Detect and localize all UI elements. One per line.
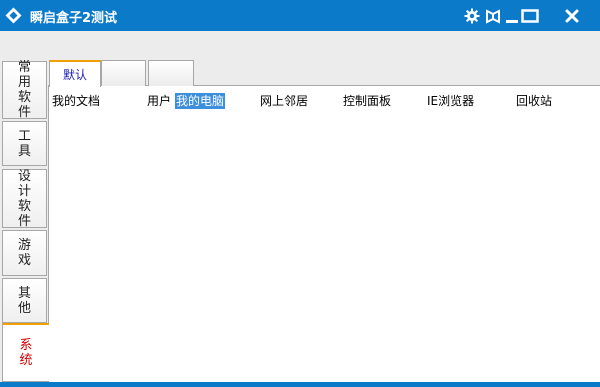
side-tab-design-software[interactable]: 设计软件 [2, 168, 47, 229]
tab-empty-1[interactable] [101, 60, 146, 86]
minimize-icon[interactable] [502, 6, 522, 26]
item-ie-browser[interactable]: IE浏览器 [426, 93, 475, 109]
item-my-documents[interactable]: 我的文档 [51, 93, 101, 109]
item-control-panel[interactable]: 控制面板 [342, 93, 392, 109]
item-my-computer[interactable]: 我的电脑 [175, 93, 226, 109]
skin-icon[interactable] [483, 6, 503, 26]
content-panel[interactable] [48, 85, 600, 382]
side-tab-label: 工具 [17, 128, 31, 159]
item-recycle-bin[interactable]: 回收站 [515, 93, 553, 109]
item-network-neighborhood[interactable]: 网上邻居 [259, 93, 309, 109]
side-tab-games[interactable]: 游戏 [2, 230, 47, 276]
side-tab-other[interactable]: 其他 [2, 278, 47, 323]
side-tab-label: 游戏 [17, 238, 31, 268]
side-tab-label: 其他 [17, 285, 31, 316]
title-bar[interactable]: 瞬启盒子2测试 [0, 0, 600, 31]
window-title: 瞬启盒子2测试 [30, 11, 118, 26]
tab-label: 默认 [62, 68, 87, 82]
side-tab-label: 常用软件 [17, 60, 31, 120]
gear-icon[interactable] [462, 6, 482, 26]
side-tab-tools[interactable]: 工具 [2, 121, 47, 166]
maximize-icon[interactable] [520, 6, 540, 26]
side-tab-label: 系统 [19, 338, 33, 368]
side-tab-label: 设计软件 [17, 168, 31, 229]
side-tab-system[interactable]: 系统 [2, 323, 49, 382]
tab-default[interactable]: 默认 [49, 60, 101, 87]
app-logo-icon [5, 7, 22, 24]
side-tab-common-software[interactable]: 常用软件 [2, 60, 47, 120]
item-users[interactable]: 用户 [146, 93, 172, 109]
bottom-status-bar [0, 382, 600, 387]
close-icon[interactable] [562, 6, 582, 26]
tab-empty-2[interactable] [148, 60, 194, 86]
